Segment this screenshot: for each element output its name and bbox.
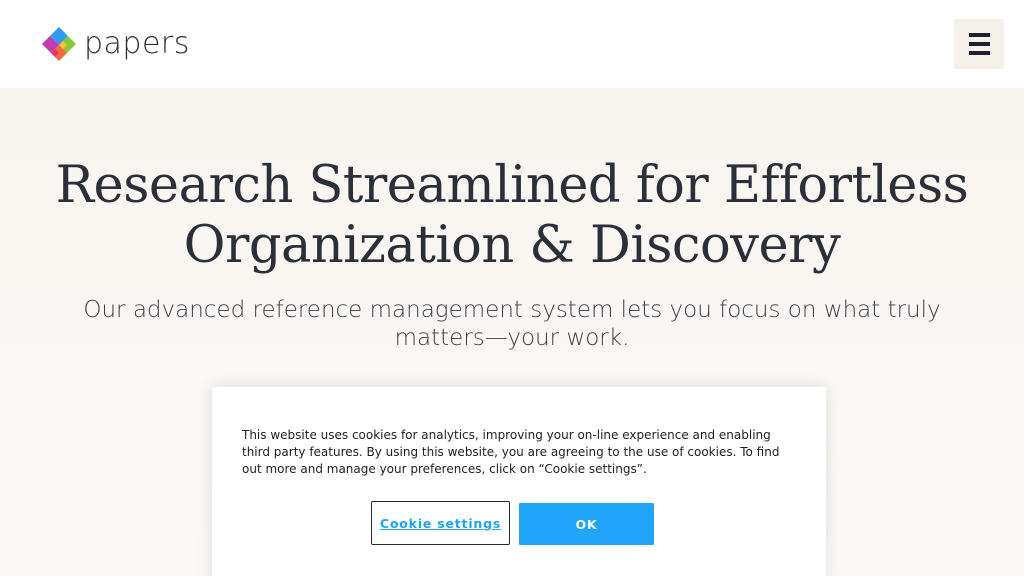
cookie-settings-button[interactable]: Cookie settings xyxy=(371,501,510,545)
cookie-notice-text: This website uses cookies for analytics,… xyxy=(242,428,780,476)
papers-logo-link[interactable]: papers xyxy=(40,24,190,64)
hamburger-menu-icon-bar xyxy=(969,51,990,55)
hero-title-line-2: Organization & Discovery xyxy=(183,216,841,275)
site-header: papers xyxy=(0,0,1024,88)
cookie-ok-button[interactable]: OK xyxy=(519,503,654,545)
papers-logo-icon xyxy=(42,27,76,61)
cookie-consent-banner: This website uses cookies for analytics,… xyxy=(212,387,826,576)
hamburger-menu-icon xyxy=(969,33,990,37)
hero-subtitle: Our advanced reference management system… xyxy=(83,297,941,351)
logo-wordmark: papers xyxy=(84,26,190,61)
hero-title-line-1: Research Streamlined for Effortless xyxy=(55,156,969,215)
hero-title: Research Streamlined for Effortless Orga… xyxy=(0,156,1024,276)
hamburger-menu-icon-bar xyxy=(969,42,990,46)
hamburger-menu-button[interactable] xyxy=(954,19,1004,69)
